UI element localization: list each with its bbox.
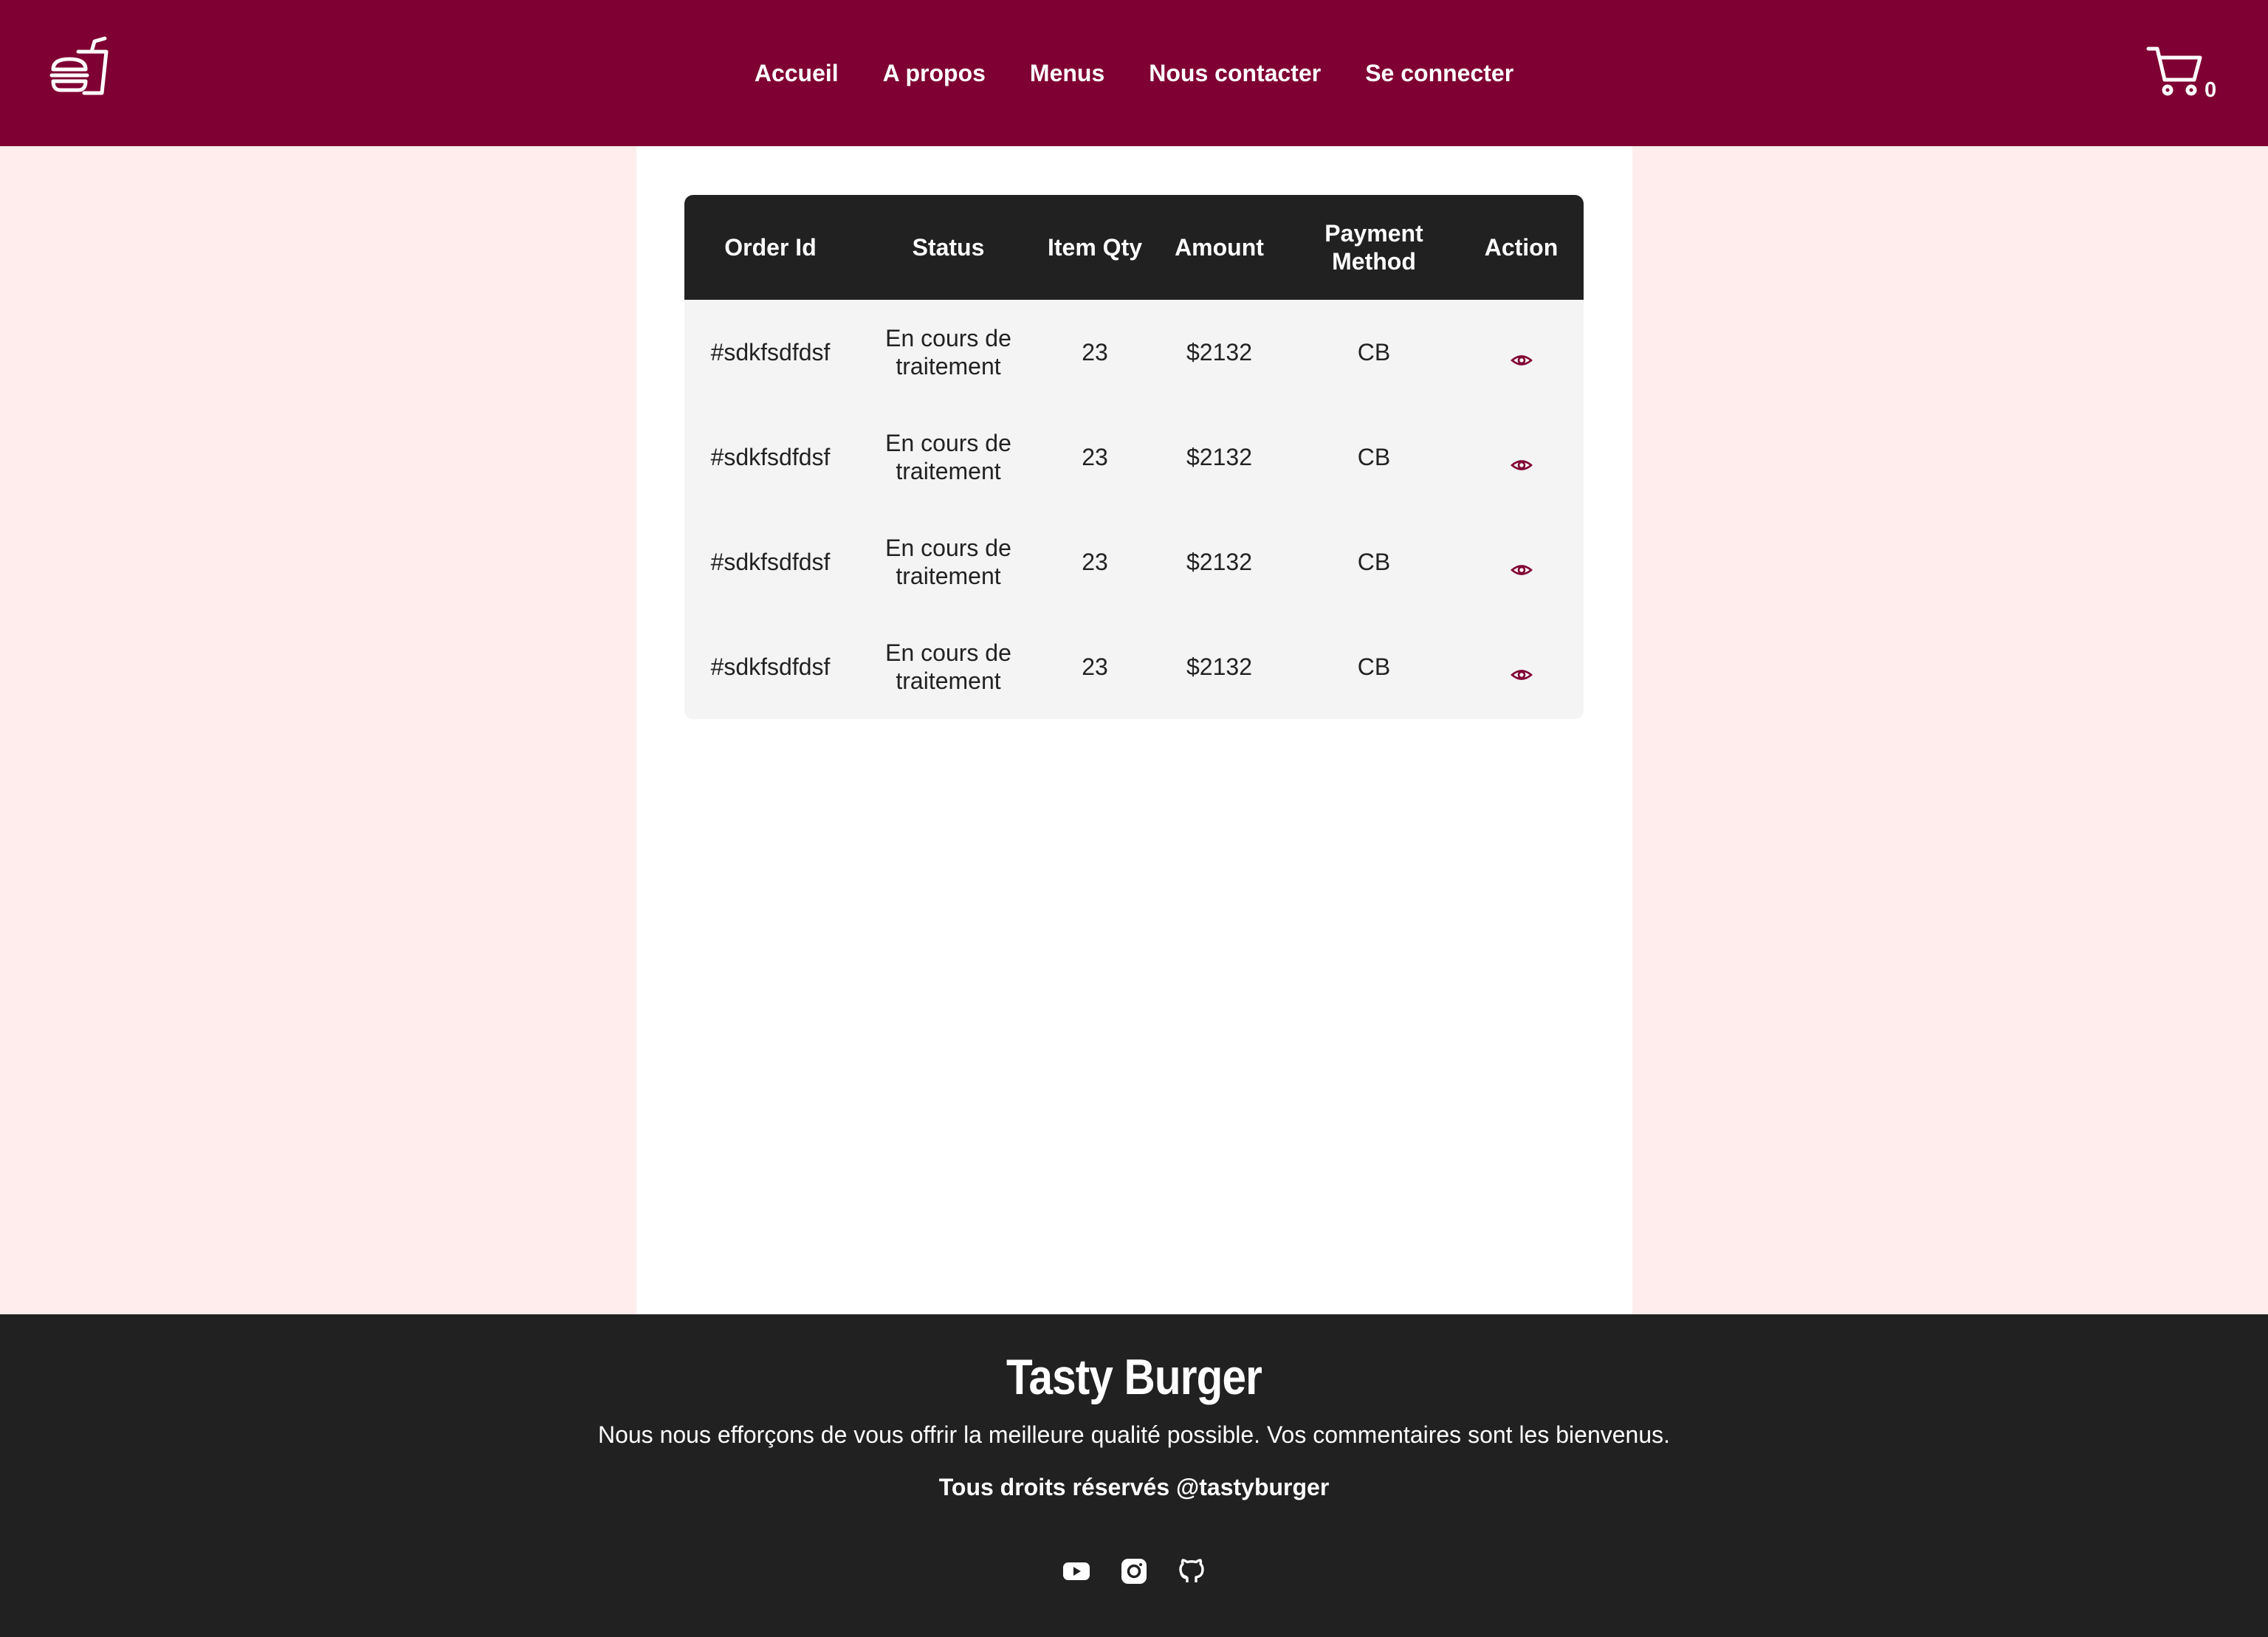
table-row: #sdkfsdfdsf En cours de traitement 23 $2… — [684, 300, 1584, 405]
social-links — [0, 1557, 2268, 1586]
order-qty: 23 — [1082, 339, 1108, 366]
order-status: En cours de traitement — [885, 325, 1011, 380]
table-row: #sdkfsdfdsf En cours de traitement 23 $2… — [684, 509, 1584, 614]
order-amount: $2132 — [1186, 549, 1252, 575]
column-header-order-id: Order Id — [724, 234, 817, 261]
nav-se-connecter[interactable]: Se connecter — [1343, 60, 1536, 87]
side-panel-right — [1632, 146, 2268, 1314]
nav-menus[interactable]: Menus — [1008, 60, 1127, 87]
eye-icon[interactable] — [1510, 556, 1533, 575]
side-panel-left — [0, 146, 636, 1314]
eye-icon[interactable] — [1510, 346, 1533, 366]
order-action — [1459, 509, 1584, 614]
eye-icon[interactable] — [1510, 451, 1533, 470]
column-header-status: Status — [912, 234, 985, 261]
order-qty: 23 — [1082, 444, 1108, 470]
table-row: #sdkfsdfdsf En cours de traitement 23 $2… — [684, 405, 1584, 509]
cart-count: 0 — [2205, 78, 2217, 102]
order-amount: $2132 — [1186, 653, 1252, 680]
order-id: #sdkfsdfdsf — [710, 444, 831, 470]
order-amount: $2132 — [1186, 444, 1252, 470]
table-header-row: Order Id Status Item Qty Amount Payment … — [684, 195, 1584, 300]
column-header-payment-method: Payment Method — [1324, 220, 1423, 275]
cart-icon[interactable] — [2145, 43, 2205, 102]
column-header-amount: Amount — [1175, 234, 1264, 261]
github-icon[interactable] — [1177, 1557, 1206, 1586]
order-action — [1459, 614, 1584, 719]
youtube-icon[interactable] — [1062, 1557, 1091, 1586]
orders-table: Order Id Status Item Qty Amount Payment … — [684, 195, 1584, 719]
nav-a-propos[interactable]: A propos — [861, 60, 1008, 87]
order-payment: CB — [1357, 444, 1391, 470]
order-payment: CB — [1357, 653, 1391, 680]
order-action — [1459, 405, 1584, 509]
nav-nous-contacter[interactable]: Nous contacter — [1127, 60, 1343, 87]
order-qty: 23 — [1082, 549, 1108, 575]
column-header-action: Action — [1484, 234, 1559, 261]
order-qty: 23 — [1082, 653, 1108, 680]
order-id: #sdkfsdfdsf — [710, 653, 831, 680]
order-payment: CB — [1357, 339, 1391, 366]
footer-brand: Tasty Burger — [1006, 1349, 1262, 1405]
table-row: #sdkfsdfdsf En cours de traitement 23 $2… — [684, 614, 1584, 719]
order-payment: CB — [1357, 549, 1391, 575]
nav-accueil[interactable]: Accueil — [732, 60, 861, 87]
order-status: En cours de traitement — [885, 430, 1011, 484]
eye-icon[interactable] — [1510, 661, 1533, 680]
order-amount: $2132 — [1186, 339, 1252, 366]
order-status: En cours de traitement — [885, 639, 1011, 694]
main-nav: Accueil A propos Menus Nous contacter Se… — [0, 0, 2268, 146]
instagram-icon[interactable] — [1119, 1557, 1149, 1586]
site-header: Accueil A propos Menus Nous contacter Se… — [0, 0, 2268, 146]
footer-tagline: Nous nous efforçons de vous offrir la me… — [597, 1421, 1671, 1448]
order-action — [1459, 300, 1584, 405]
order-id: #sdkfsdfdsf — [710, 339, 831, 366]
order-id: #sdkfsdfdsf — [710, 549, 831, 575]
order-status: En cours de traitement — [885, 535, 1011, 589]
column-header-item-qty: Item Qty — [1047, 234, 1143, 261]
footer-rights: Tous droits réservés @tastyburger — [938, 1474, 1330, 1500]
